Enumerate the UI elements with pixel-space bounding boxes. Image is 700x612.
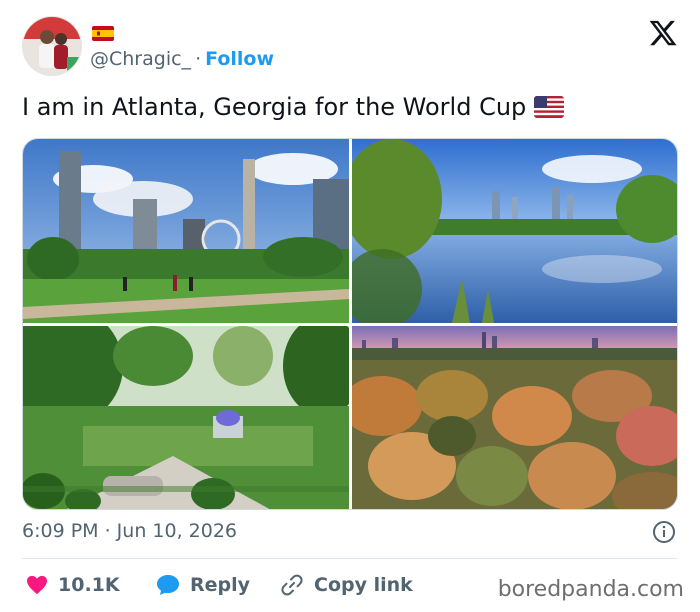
user-handle[interactable]: @Chragic_ [90,48,191,70]
like-button[interactable]: 10.1K [26,570,120,600]
x-logo-icon[interactable] [648,18,678,48]
heart-icon [27,575,47,595]
tweet-text: I am in Atlanta, Georgia for the World C… [22,93,565,121]
photo-park-skyline[interactable] [23,139,349,323]
reply-label: Reply [190,574,251,596]
avatar[interactable] [22,16,82,76]
follow-button[interactable]: Follow [205,48,274,70]
tweet-timestamp[interactable]: 6:09 PM · Jun 10, 2026 [22,520,237,542]
photo-autumn-forest[interactable] [352,326,677,509]
watermark: boredpanda.com [497,577,684,602]
separator: · [195,48,202,70]
link-icon [281,574,303,596]
handle-row: @Chragic_ · Follow [90,48,274,70]
tweet-header: @Chragic_ · Follow [22,16,682,78]
media-grid [22,138,678,510]
photo-lake-reflection[interactable] [352,139,677,323]
spain-flag-icon [92,26,114,41]
tweet-body: I am in Atlanta, Georgia for the World C… [22,93,527,121]
photo-botanical-garden[interactable] [23,326,349,509]
copy-link-button[interactable]: Copy link [280,570,413,600]
info-icon[interactable] [652,520,676,544]
copy-link-label: Copy link [314,574,413,596]
divider [22,558,678,559]
like-count: 10.1K [58,574,120,596]
us-flag-icon [534,96,565,118]
reply-button[interactable]: Reply [156,570,250,600]
reply-bubble-icon [157,575,179,595]
